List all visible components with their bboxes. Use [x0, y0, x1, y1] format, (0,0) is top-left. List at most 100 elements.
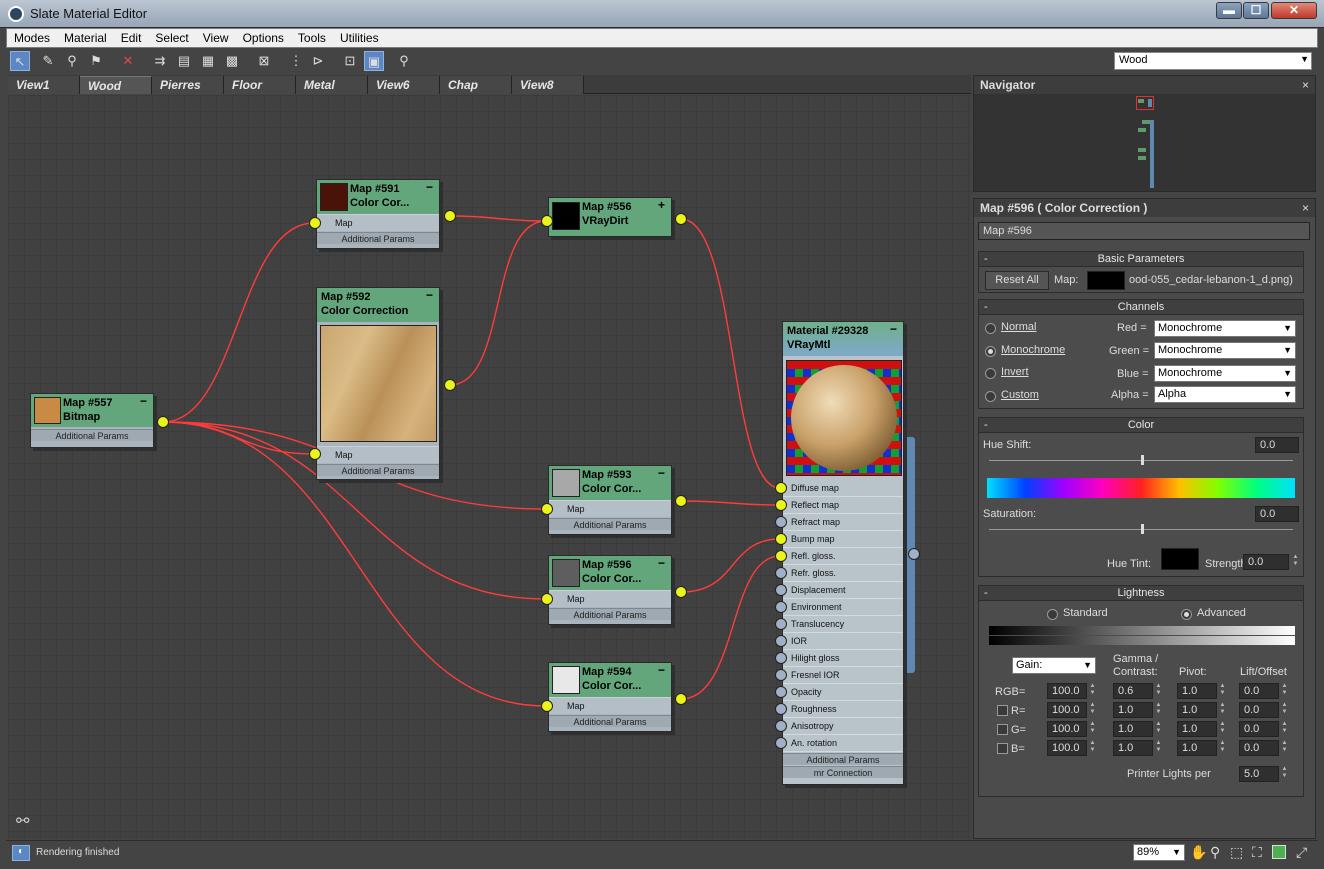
tab-pierres[interactable]: Pierres: [152, 76, 224, 94]
input-port[interactable]: [541, 503, 553, 515]
put-to-scene-icon[interactable]: ⚲: [62, 51, 82, 71]
spinner[interactable]: ▲ ▼: [1154, 702, 1163, 718]
hue-shift-thumb[interactable]: [1141, 455, 1144, 465]
node-map-592[interactable]: Map #592 Color Correction − Map Addition…: [316, 287, 440, 480]
node-view-canvas[interactable]: Map #557 Bitmap − Additional Params Map …: [8, 95, 971, 839]
ior-input-port[interactable]: [775, 635, 787, 647]
menu-select[interactable]: Select: [148, 29, 195, 45]
output-port[interactable]: [675, 213, 687, 225]
saturation-field[interactable]: 0.0: [1255, 506, 1299, 522]
saturation-thumb[interactable]: [1141, 524, 1144, 534]
pick-material-icon[interactable]: ✎: [38, 51, 58, 71]
reset-all-button[interactable]: Reset All: [985, 271, 1049, 290]
radio-invert[interactable]: [985, 368, 996, 379]
layout-children-icon[interactable]: ⋮: [286, 51, 306, 71]
g-gain-field[interactable]: 100.0: [1047, 721, 1087, 737]
spinner[interactable]: ▲ ▼: [1088, 702, 1097, 718]
b-lift-field[interactable]: 0.0: [1239, 740, 1279, 756]
menu-utilities[interactable]: Utilities: [333, 29, 386, 45]
translucency-input-port[interactable]: [775, 618, 787, 630]
background-icon[interactable]: ▩: [222, 51, 242, 71]
tab-view1[interactable]: View1: [8, 76, 80, 94]
tab-wood[interactable]: Wood: [80, 76, 152, 94]
alpha-channel-select[interactable]: Alpha ▼: [1154, 386, 1296, 403]
collapse-icon[interactable]: −: [658, 556, 665, 570]
tab-metal[interactable]: Metal: [296, 76, 368, 94]
fresnel-ior-input-port[interactable]: [775, 669, 787, 681]
menu-edit[interactable]: Edit: [114, 29, 149, 45]
output-port[interactable]: [675, 586, 687, 598]
red-channel-select[interactable]: Monochrome ▼: [1154, 320, 1296, 337]
tab-view8[interactable]: View8: [512, 76, 584, 94]
refl-gloss-input-port[interactable]: [775, 550, 787, 562]
strength-field[interactable]: 0.0: [1243, 554, 1289, 570]
collapse-icon[interactable]: −: [140, 394, 147, 408]
binoculars-icon[interactable]: ⚯: [16, 811, 29, 831]
rgb-gain-field[interactable]: 100.0: [1047, 683, 1087, 699]
node-map-556[interactable]: Map #556 VRayDirt +: [548, 197, 672, 237]
input-port[interactable]: [309, 448, 321, 460]
show-map-icon[interactable]: ▦: [198, 51, 218, 71]
refr-gloss-input-port[interactable]: [775, 567, 787, 579]
hide-unused-slots-icon[interactable]: ▤: [174, 51, 194, 71]
g-lift-field[interactable]: 0.0: [1239, 721, 1279, 737]
additional-params[interactable]: Additional Params: [549, 518, 671, 530]
menu-options[interactable]: Options: [236, 29, 291, 45]
collapse-icon[interactable]: −: [426, 180, 433, 194]
zoom-extents-icon[interactable]: ⛶: [1252, 844, 1262, 861]
rgb-pivot-field[interactable]: 1.0: [1177, 683, 1217, 699]
gain-select[interactable]: Gain: ▼: [1012, 657, 1096, 674]
mr-connection[interactable]: mr Connection: [783, 766, 903, 778]
b-pivot-field[interactable]: 1.0: [1177, 740, 1217, 756]
select-tool-icon[interactable]: ↖: [10, 51, 30, 71]
zoom-select[interactable]: 89% ▼: [1133, 844, 1185, 861]
spinner[interactable]: ▲ ▼: [1088, 740, 1097, 756]
diffuse-input-port[interactable]: [775, 482, 787, 494]
additional-params[interactable]: Additional Params: [317, 232, 439, 244]
b-checkbox[interactable]: [997, 743, 1008, 754]
map-filename[interactable]: ood-055_cedar-lebanon-1_d.png): [1129, 274, 1293, 286]
close-icon[interactable]: ✕: [1271, 2, 1317, 19]
an-rotation-input-port[interactable]: [775, 737, 787, 749]
rgb-lift-field[interactable]: 0.0: [1239, 683, 1279, 699]
close-icon[interactable]: ×: [1302, 201, 1309, 215]
opacity-input-port[interactable]: [775, 686, 787, 698]
b-gamma-field[interactable]: 1.0: [1113, 740, 1153, 756]
printer-lights-field[interactable]: 5.0: [1239, 766, 1279, 782]
zoom-region-icon[interactable]: ⬚: [1230, 844, 1243, 861]
r-gamma-field[interactable]: 1.0: [1113, 702, 1153, 718]
parameter-editor-icon[interactable]: ⊡: [340, 51, 360, 71]
spinner[interactable]: ▲ ▼: [1218, 740, 1227, 756]
menu-modes[interactable]: Modes: [7, 29, 57, 45]
pan-hand-icon[interactable]: ✋: [1190, 844, 1207, 861]
node-map-591[interactable]: Map #591 Color Cor... − Map Additional P…: [316, 179, 440, 249]
radio-standard[interactable]: [1047, 609, 1058, 620]
collapse-icon[interactable]: −: [890, 322, 897, 336]
output-port[interactable]: [444, 379, 456, 391]
strength-spinner[interactable]: ▲ ▼: [1291, 554, 1300, 570]
hilight-gloss-input-port[interactable]: [775, 652, 787, 664]
zoom-icon[interactable]: ⚲: [1210, 844, 1220, 861]
spinner[interactable]: ▲ ▼: [1154, 721, 1163, 737]
material-map-browser-icon[interactable]: ⊳: [308, 51, 328, 71]
spinner[interactable]: ▲ ▼: [1218, 721, 1227, 737]
r-lift-field[interactable]: 0.0: [1239, 702, 1279, 718]
r-gain-field[interactable]: 100.0: [1047, 702, 1087, 718]
menu-tools[interactable]: Tools: [291, 29, 333, 45]
additional-params[interactable]: Additional Params: [549, 608, 671, 620]
spinner[interactable]: ▲ ▼: [1280, 740, 1289, 756]
r-pivot-field[interactable]: 1.0: [1177, 702, 1217, 718]
additional-params[interactable]: Additional Params: [31, 429, 153, 441]
spinner[interactable]: ▲ ▼: [1280, 702, 1289, 718]
material-view-select[interactable]: Wood ▼: [1114, 52, 1312, 70]
spinner[interactable]: ▲ ▼: [1280, 766, 1289, 782]
displacement-input-port[interactable]: [775, 584, 787, 596]
maximize-view-icon[interactable]: ⤢: [1296, 844, 1307, 861]
collapse-icon[interactable]: −: [426, 288, 433, 302]
menu-view[interactable]: View: [196, 29, 236, 45]
spinner[interactable]: ▲ ▼: [1088, 721, 1097, 737]
material-output-port[interactable]: [908, 548, 920, 560]
select-by-material-icon[interactable]: ▣: [364, 51, 384, 71]
menu-material[interactable]: Material: [57, 29, 114, 45]
additional-params[interactable]: Additional Params: [783, 753, 903, 765]
